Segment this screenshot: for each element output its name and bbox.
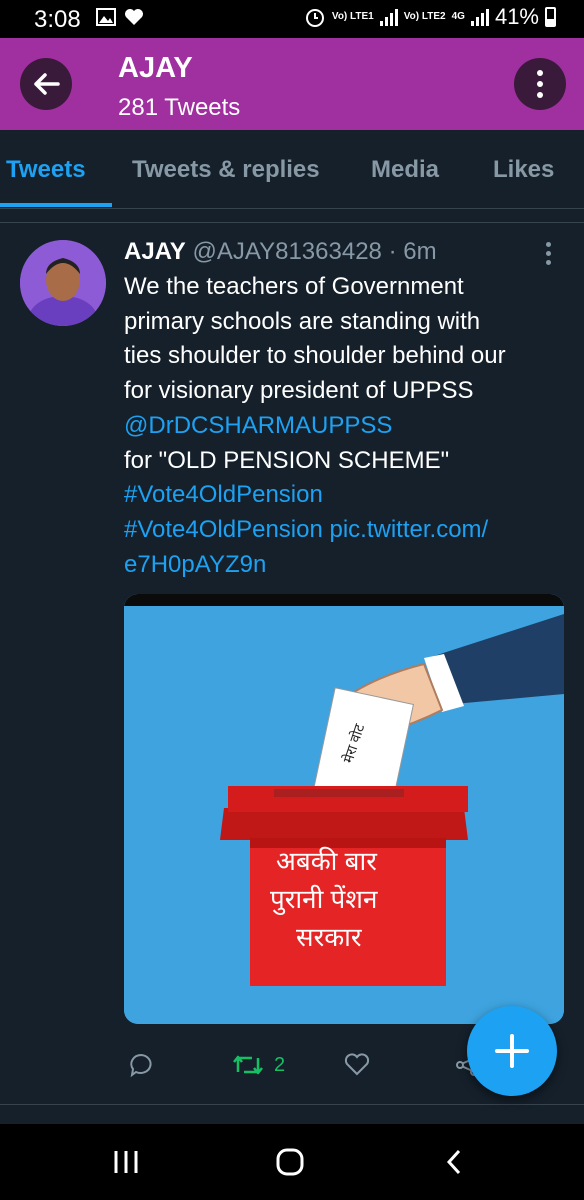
divider (0, 222, 584, 223)
clock: 3:08 (34, 6, 81, 33)
more-options-button[interactable] (514, 58, 566, 110)
recent-apps-button[interactable] (106, 1144, 146, 1180)
hashtag-link[interactable]: #Vote4OldPension pic.twitter.com/ (124, 513, 564, 548)
signal-icon (379, 8, 398, 26)
tab-tweets-replies[interactable]: Tweets & replies (132, 156, 320, 184)
avatar[interactable] (20, 240, 106, 326)
retweet-icon (233, 1055, 263, 1075)
chevron-left-icon (446, 1149, 461, 1175)
compose-tweet-button[interactable] (467, 1006, 557, 1096)
tweet-author[interactable]: AJAY (124, 238, 186, 265)
recent-apps-icon (114, 1151, 138, 1173)
tweet-text-line: ties shoulder to shoulder behind our (124, 342, 506, 370)
box-text-line: अबकी बार (276, 846, 378, 876)
plus-icon (495, 1034, 529, 1068)
tweet-menu-button[interactable] (546, 242, 551, 265)
box-text-line: पुरानी पेंशन (270, 884, 378, 915)
system-nav-bar (0, 1124, 584, 1200)
tweet-text-line: primary schools are standing with (124, 307, 481, 335)
tab-tweets[interactable]: Tweets (6, 156, 86, 184)
tweet-text-line: for visionary president of UPPSS (124, 377, 474, 405)
gallery-icon (96, 8, 116, 26)
tweet-image[interactable]: मेरा वोट अबकी बार पुरानी पेंशन सरकार (124, 594, 564, 1024)
home-button[interactable] (270, 1144, 310, 1180)
heart-outline-icon (344, 1053, 370, 1076)
reply-button[interactable] (128, 1052, 164, 1078)
tweet-text-line: We the teachers of Government (124, 273, 464, 300)
home-icon (276, 1148, 304, 1176)
profile-name: AJAY (118, 52, 193, 84)
box-text-line: सरकार (296, 922, 363, 952)
more-vert-icon (546, 242, 551, 247)
avatar-image (20, 240, 106, 326)
heart-icon (125, 9, 143, 25)
tweet-count: 281 Tweets (118, 94, 241, 121)
retweet-button[interactable]: 2 (232, 1052, 285, 1078)
tweet-handle[interactable]: @AJAY81363428 (193, 238, 382, 265)
tweet-text-line: for "OLD PENSION SCHEME" (124, 446, 450, 474)
back-button[interactable] (20, 58, 72, 110)
divider (0, 1104, 584, 1105)
profile-tabs: Tweets Tweets & replies Media Likes (0, 130, 584, 209)
tweet-header: AJAY @AJAY81363428 · 6m (124, 238, 437, 266)
ballot-box-illustration: मेरा वोट अबकी बार पुरानी पेंशन सरकार (124, 594, 564, 1024)
like-button[interactable] (344, 1052, 380, 1076)
hashtag-link[interactable]: #Vote4OldPension (124, 478, 564, 513)
sim2-label: Vo) LTE2 (403, 11, 446, 22)
tweet-time: · 6m (388, 238, 437, 265)
system-back-button[interactable] (434, 1144, 474, 1180)
signal-icon (470, 8, 489, 26)
alarm-icon (305, 9, 324, 27)
active-tab-indicator (0, 203, 112, 207)
tab-likes[interactable]: Likes (493, 156, 554, 184)
sim1-label: Vo) LTE1 (331, 11, 374, 22)
pic-link[interactable]: e7H0pAYZ9n (124, 548, 564, 583)
battery-icon (545, 7, 556, 27)
more-vert-icon (537, 70, 543, 76)
arrow-left-icon (34, 73, 60, 95)
network-label: 4G (451, 11, 465, 22)
profile-header: AJAY 281 Tweets (0, 38, 584, 130)
tweet-text: We the teachers of Government primary sc… (124, 270, 564, 582)
tab-media[interactable]: Media (371, 156, 439, 184)
mention-link[interactable]: @DrDCSHARMAUPPSS (124, 409, 564, 444)
reply-icon (130, 1053, 152, 1078)
battery-percent: 41% (494, 4, 539, 29)
status-bar: 3:08 Vo) LTE1 Vo) LTE2 4G 41% (0, 0, 584, 38)
retweet-count: 2 (274, 1053, 286, 1076)
